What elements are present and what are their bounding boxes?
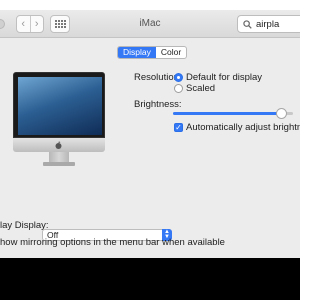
auto-brightness-label[interactable]: Automatically adjust brightness [186,122,300,133]
radio-scaled[interactable] [174,84,183,93]
brightness-slider-thumb[interactable] [276,108,287,119]
brightness-slider[interactable] [173,108,293,119]
radio-default-for-display[interactable] [174,73,183,82]
imac-screen [18,77,102,135]
dock-area [0,258,300,300]
apple-logo-icon [55,141,62,149]
window-control-button[interactable] [0,19,5,29]
brightness-slider-fill [173,112,281,115]
airplay-display-label: lay Display: [0,220,49,231]
navigation-buttons: ‹ › [16,15,44,33]
search-icon [243,19,252,29]
display-preferences-window: ‹ › iMac airpla Display Color Resolution… [0,10,300,258]
tab-display[interactable]: Display [118,47,156,58]
auto-brightness-checkbox[interactable]: ✓ [174,123,183,132]
search-input-value[interactable]: airpla [256,19,279,30]
segmented-tabs: Display Color [117,46,188,59]
brightness-label: Brightness: [134,99,182,110]
radio-default-label[interactable]: Default for display [186,72,262,83]
mirroring-option-label[interactable]: how mirroring options in the menu bar wh… [0,237,225,248]
tab-color[interactable]: Color [156,47,186,58]
radio-scaled-label[interactable]: Scaled [186,83,215,94]
back-button[interactable]: ‹ [17,16,30,32]
imac-stand-foot [43,162,75,166]
window-title: iMac [139,18,161,29]
title-bar: ‹ › iMac airpla [0,10,300,38]
show-all-grid-button[interactable] [50,15,70,33]
search-field[interactable]: airpla [237,15,300,33]
imac-bezel [13,72,105,138]
forward-button[interactable]: › [29,16,44,32]
